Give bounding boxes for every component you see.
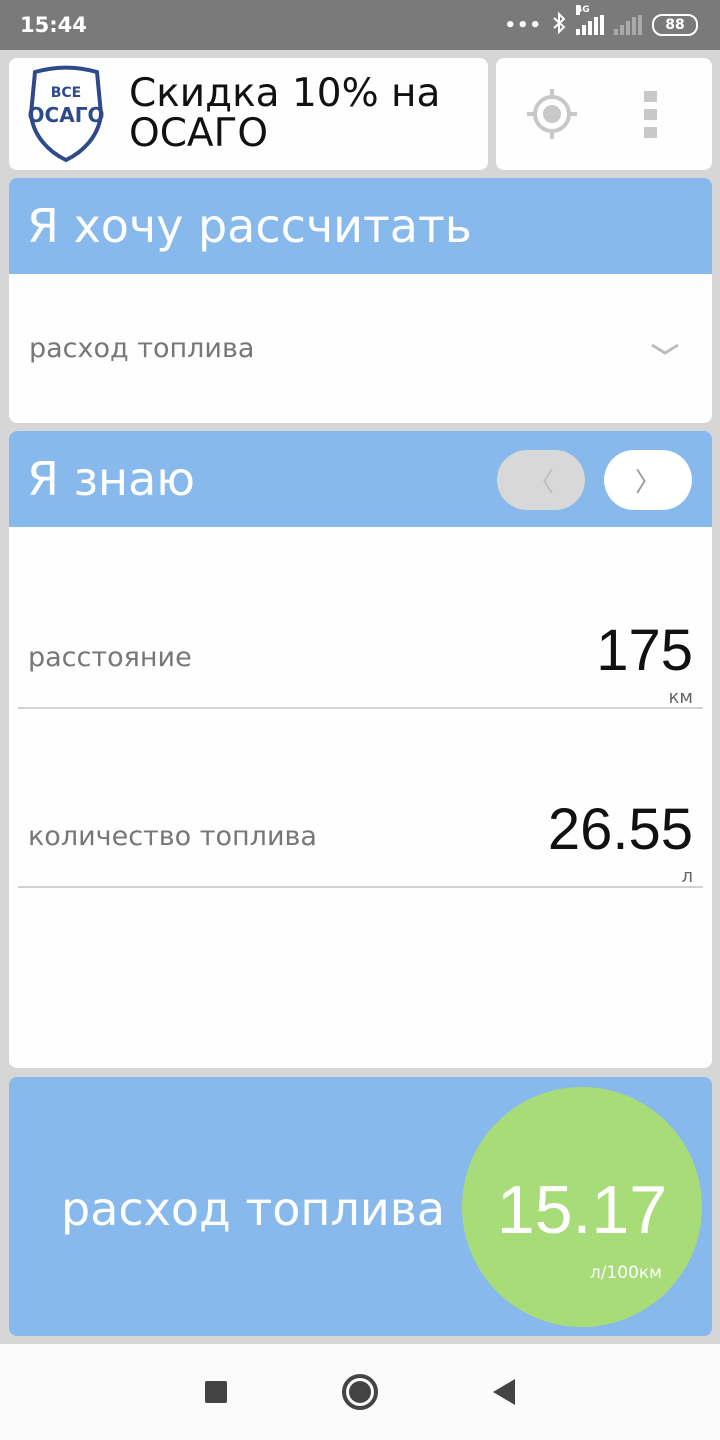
known-header: Я знаю 〈 〉 (9, 431, 712, 527)
status-time: 15:44 (20, 13, 87, 37)
calculate-section: Я хочу рассчитать расход топлива (9, 178, 712, 423)
result-label: расход топлива (61, 1182, 446, 1236)
recents-icon[interactable] (205, 1381, 227, 1403)
osago-logo: ВСЕ ОСАГО (28, 65, 105, 163)
distance-unit: км (668, 687, 693, 708)
logo-top-text: ВСЕ (51, 85, 82, 101)
home-icon[interactable] (342, 1374, 378, 1410)
distance-field[interactable]: расстояние 175 км (18, 529, 703, 709)
distance-label: расстояние (28, 642, 192, 673)
result-value: 15.17 (496, 1172, 668, 1248)
prev-button[interactable]: 〈 (497, 450, 585, 510)
bluetooth-icon (552, 11, 566, 39)
logo-main-text: ОСАГО (28, 103, 105, 127)
result-unit: л/100км (589, 1263, 662, 1283)
signal-4g-icon: 4G (576, 5, 604, 35)
result-badge: 15.17 л/100км (462, 1087, 702, 1327)
system-nav-bar (0, 1344, 720, 1440)
battery-icon: 88 (652, 14, 698, 36)
battery-level: 88 (665, 17, 685, 33)
calculate-selected: расход топлива (29, 333, 255, 364)
toolbar (496, 58, 712, 170)
locate-icon[interactable] (526, 88, 578, 140)
next-button[interactable]: 〉 (604, 450, 692, 510)
chevron-left-icon: 〈 (527, 467, 554, 498)
result-panel: расход топлива 15.17 л/100км (9, 1077, 712, 1336)
signal-no-sim-icon (614, 15, 642, 35)
fuel-amount-input[interactable]: 26.55 (548, 796, 693, 863)
chevron-right-icon: 〉 (634, 467, 661, 498)
back-icon[interactable] (493, 1379, 515, 1405)
known-section: Я знаю 〈 〉 расстояние 175 км количество … (9, 431, 712, 1068)
status-bar: 15:44 ••• 4G 88 (0, 0, 720, 50)
status-icons: ••• 4G 88 (504, 5, 698, 39)
promo-banner[interactable]: ВСЕ ОСАГО Скидка 10% на ОСАГО (9, 58, 488, 170)
dots-icon: ••• (504, 14, 542, 36)
fuel-amount-unit: л (681, 866, 693, 887)
fuel-amount-field[interactable]: количество топлива 26.55 л (18, 708, 703, 888)
more-vert-icon[interactable] (644, 90, 657, 138)
promo-text: Скидка 10% на ОСАГО (129, 71, 441, 156)
network-label: 4G (576, 5, 590, 15)
fuel-amount-label: количество топлива (28, 821, 317, 852)
distance-input[interactable]: 175 (596, 617, 693, 684)
calculate-dropdown[interactable]: расход топлива (9, 274, 712, 423)
calculate-title: Я хочу рассчитать (9, 178, 712, 274)
known-title: Я знаю (27, 452, 196, 506)
chevron-down-icon (651, 343, 679, 355)
